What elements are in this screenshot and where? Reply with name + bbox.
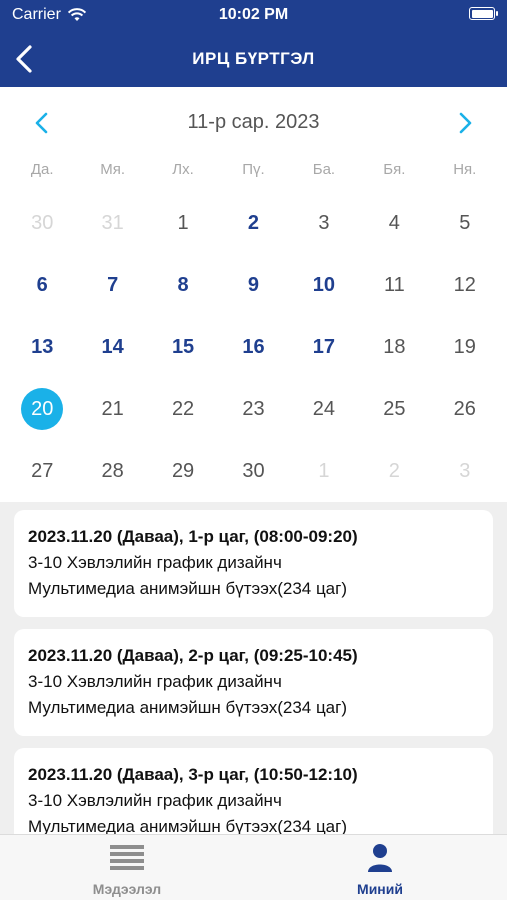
calendar-day[interactable]: 27 (7, 440, 77, 502)
session-datetime: 2023.11.20 (Даваа), 1-р цаг, (08:00-09:2… (28, 527, 358, 546)
calendar-days-grid: 30 31 1 2 3 4 5 6 7 8 9 10 11 12 13 14 15 16 17 18 19 20 21 22 2… (0, 192, 507, 502)
calendar-day[interactable]: 9 (218, 254, 288, 316)
calendar-day[interactable]: 7 (77, 254, 147, 316)
calendar-day[interactable]: 31 (77, 192, 147, 254)
weekday-label: Мя. (100, 161, 126, 178)
calendar-day[interactable]: 8 (148, 254, 218, 316)
calendar-day[interactable]: 17 (289, 316, 359, 378)
calendar-day[interactable]: 2 (218, 192, 288, 254)
session-list[interactable]: 2023.11.20 (Даваа), 1-р цаг, (08:00-09:2… (0, 502, 507, 834)
calendar: 11-р сар. 2023 Да. Мя. Лх. Пү. Ба. Бя. Н… (0, 87, 507, 502)
weekday-label: Лх. (172, 161, 194, 178)
list-icon (110, 845, 144, 870)
calendar-day[interactable]: 23 (218, 378, 288, 440)
session-card[interactable]: 2023.11.20 (Даваа), 3-р цаг, (10:50-12:1… (14, 748, 493, 834)
calendar-day[interactable]: 3 (430, 440, 500, 502)
calendar-day-label: 20 (21, 388, 64, 430)
calendar-day[interactable]: 5 (430, 192, 500, 254)
calendar-day[interactable]: 30 (7, 192, 77, 254)
session-datetime: 2023.11.20 (Даваа), 2-р цаг, (09:25-10:4… (28, 646, 358, 665)
status-time: 10:02 PM (218, 6, 289, 23)
calendar-day[interactable]: 1 (289, 440, 359, 502)
month-label: 11-р сар. 2023 (187, 111, 320, 133)
session-subject: Мультимедиа анимэйшн бүтээх(234 цаг) (28, 698, 347, 717)
header-bar: Carrier 10:02 PM ИРЦ БҮРТГЭЛ (0, 0, 507, 87)
calendar-day[interactable]: 3 (289, 192, 359, 254)
session-subject: Мультимедиа анимэйшн бүтээх(234 цаг) (28, 579, 347, 598)
calendar-day[interactable]: 29 (148, 440, 218, 502)
weekday-label: Пү. (242, 161, 265, 178)
calendar-day[interactable]: 10 (289, 254, 359, 316)
calendar-day[interactable]: 11 (359, 254, 429, 316)
nav-row: ИРЦ БҮРТГЭЛ (0, 36, 507, 82)
calendar-day[interactable]: 15 (148, 316, 218, 378)
calendar-day[interactable]: 13 (7, 316, 77, 378)
tab-info-label: Мэдээлэл (92, 881, 162, 897)
calendar-day[interactable]: 12 (430, 254, 500, 316)
calendar-day[interactable]: 26 (430, 378, 500, 440)
weekday-label: Ба. (312, 161, 336, 178)
next-month-icon[interactable] (453, 109, 477, 137)
weekday-label: Бя. (383, 161, 406, 178)
calendar-day[interactable]: 30 (218, 440, 288, 502)
session-subject: Мультимедиа анимэйшн бүтээх(234 цаг) (28, 817, 347, 834)
calendar-day[interactable]: 18 (359, 316, 429, 378)
user-icon (368, 844, 392, 872)
page-title: ИРЦ БҮРТГЭЛ (192, 49, 315, 68)
session-group: 3-10 Хэвлэлийн график дизайнч (28, 791, 282, 810)
calendar-day[interactable]: 19 (430, 316, 500, 378)
calendar-day[interactable]: 22 (148, 378, 218, 440)
battery-icon (469, 7, 498, 20)
calendar-day[interactable]: 14 (77, 316, 147, 378)
session-group: 3-10 Хэвлэлийн график дизайнч (28, 672, 282, 691)
weekday-label: Да. (30, 161, 54, 178)
tab-mine[interactable]: Миний (310, 843, 450, 899)
status-bar: Carrier 10:02 PM (0, 0, 507, 30)
tab-info[interactable]: Мэдээлэл (57, 843, 197, 899)
calendar-day[interactable]: 24 (289, 378, 359, 440)
calendar-day[interactable]: 6 (7, 254, 77, 316)
calendar-day[interactable]: 28 (77, 440, 147, 502)
calendar-day[interactable]: 1 (148, 192, 218, 254)
calendar-day[interactable]: 4 (359, 192, 429, 254)
calendar-day[interactable]: 16 (218, 316, 288, 378)
tab-bar: Мэдээлэл Миний (0, 834, 507, 900)
session-card[interactable]: 2023.11.20 (Даваа), 2-р цаг, (09:25-10:4… (14, 629, 493, 736)
session-group: 3-10 Хэвлэлийн график дизайнч (28, 553, 282, 572)
calendar-header: 11-р сар. 2023 (0, 87, 507, 159)
weekday-row: Да. Мя. Лх. Пү. Ба. Бя. Ня. (0, 161, 507, 185)
session-datetime: 2023.11.20 (Даваа), 3-р цаг, (10:50-12:1… (28, 765, 358, 784)
calendar-day[interactable]: 25 (359, 378, 429, 440)
calendar-day[interactable]: 21 (77, 378, 147, 440)
tab-mine-label: Миний (357, 881, 403, 897)
weekday-label: Ня. (453, 161, 477, 178)
session-card[interactable]: 2023.11.20 (Даваа), 1-р цаг, (08:00-09:2… (14, 510, 493, 617)
calendar-day-selected[interactable]: 20 (7, 378, 77, 440)
calendar-day[interactable]: 2 (359, 440, 429, 502)
